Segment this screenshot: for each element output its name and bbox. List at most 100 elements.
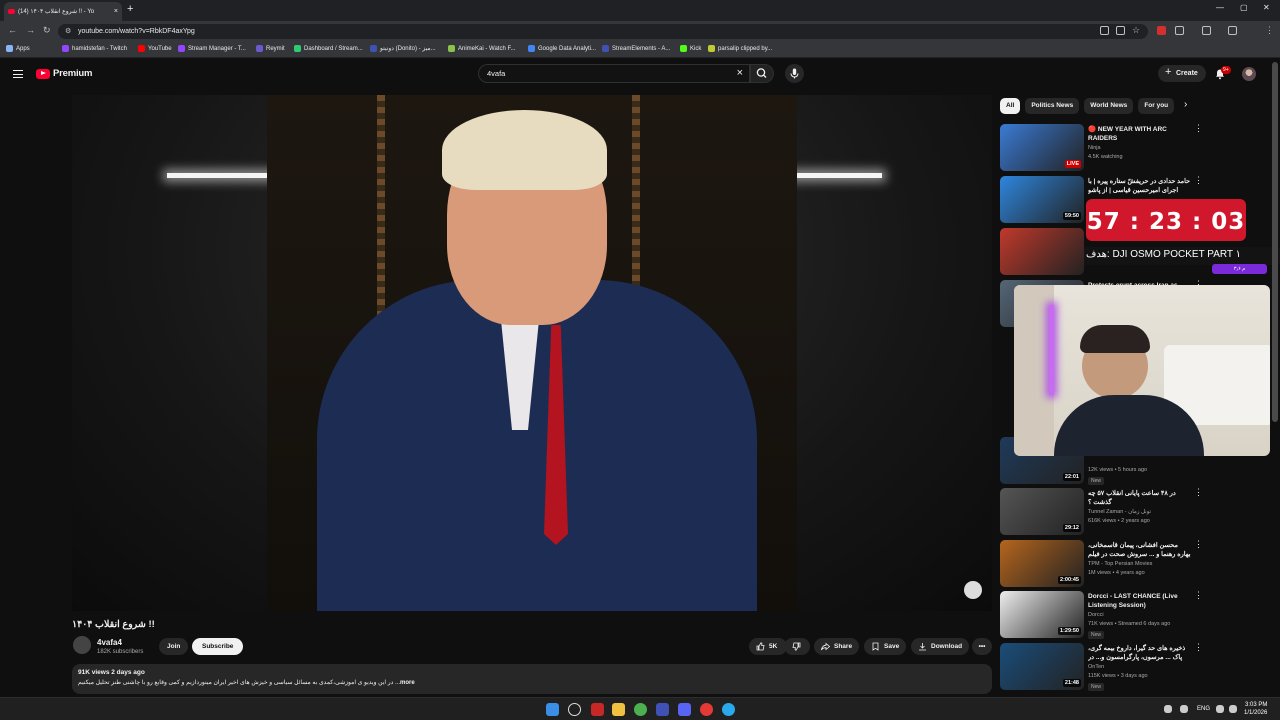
page-scrollbar[interactable] bbox=[1272, 62, 1278, 422]
address-bar[interactable]: ⚙ youtube.com/watch?v=RbkDF4axYpg bbox=[58, 24, 1148, 39]
share-label: Share bbox=[834, 643, 853, 650]
voice-search-button[interactable] bbox=[785, 64, 804, 83]
close-window-button[interactable]: ✕ bbox=[1263, 3, 1270, 12]
discord-icon[interactable] bbox=[678, 703, 691, 716]
youtube-masthead: Premium 4vafa × Create 9+ bbox=[0, 59, 1280, 93]
recommendation-item[interactable]: LIVE 🔴 NEW YEAR WITH ARC RAIDERS Ninja 4.5K… bbox=[1000, 124, 1205, 172]
tab-search-icon[interactable] bbox=[1228, 26, 1237, 35]
youtube-music-icon[interactable] bbox=[700, 703, 713, 716]
bookmark-item[interactable]: Reymit bbox=[256, 45, 285, 52]
extensions-icon[interactable] bbox=[1175, 26, 1184, 35]
system-clock[interactable]: 3:03 PM 1/1/2026 bbox=[1244, 701, 1267, 717]
views-and-date: 91K views 2 days ago bbox=[78, 669, 145, 676]
browser-menu-icon[interactable]: ⋮ bbox=[1265, 25, 1274, 36]
new-tab-button[interactable]: + bbox=[127, 3, 133, 15]
bookmark-item[interactable]: YouTube bbox=[138, 45, 172, 52]
recommendation-item[interactable]: 2:00:45 محسن افشانی، پیمان قاسمخانی، بهار… bbox=[1000, 540, 1205, 588]
download-button[interactable]: Download bbox=[911, 638, 970, 655]
youtube-favicon-icon bbox=[8, 9, 15, 14]
app-icon-red[interactable] bbox=[591, 703, 604, 716]
description-box[interactable]: 91K views 2 days ago در این ویدیو ی آموز… bbox=[72, 664, 992, 694]
cast-icon[interactable] bbox=[1100, 26, 1109, 35]
file-explorer-icon[interactable] bbox=[612, 703, 625, 716]
app-icon-blue[interactable] bbox=[656, 703, 669, 716]
search-button[interactable] bbox=[750, 64, 774, 83]
site-info-icon[interactable]: ⚙ bbox=[65, 24, 71, 39]
chip-politics-news[interactable]: Politics News bbox=[1025, 98, 1080, 114]
channel-name[interactable]: 4vafa4 bbox=[97, 638, 122, 647]
webcam-overlay bbox=[1014, 285, 1270, 456]
chip-for-you[interactable]: For you bbox=[1138, 98, 1175, 114]
recommendation-menu-icon[interactable]: ⋮ bbox=[1194, 540, 1203, 549]
start-menu-icon[interactable] bbox=[546, 703, 559, 716]
telegram-icon[interactable] bbox=[722, 703, 735, 716]
bookmark-star-icon[interactable]: ☆ bbox=[1132, 25, 1140, 36]
recommendation-menu-icon[interactable]: ⋮ bbox=[1194, 176, 1203, 185]
bookmark-item[interactable]: AnimeKai - Watch F... bbox=[448, 45, 515, 52]
tray-overflow-icon[interactable] bbox=[1164, 705, 1172, 713]
chips-next-arrow-icon[interactable]: › bbox=[1184, 99, 1187, 110]
channel-watermark-icon[interactable] bbox=[964, 581, 982, 599]
save-button[interactable]: Save bbox=[864, 638, 907, 655]
more-actions-button[interactable]: ••• bbox=[972, 638, 992, 655]
bookmark-item[interactable]: hamidstefan - Twitch bbox=[62, 45, 127, 52]
bookmark-item[interactable]: Kick bbox=[680, 45, 701, 52]
recommendation-menu-icon[interactable]: ⋮ bbox=[1194, 488, 1203, 497]
recommendation-thumbnail[interactable]: 2:00:45 bbox=[1000, 540, 1084, 587]
join-button[interactable]: Join bbox=[159, 638, 189, 655]
bookmark-item[interactable]: Apps bbox=[6, 45, 30, 52]
maximize-button[interactable]: ▢ bbox=[1240, 3, 1248, 12]
recommendation-thumbnail[interactable]: LIVE bbox=[1000, 124, 1084, 171]
bookmark-item[interactable]: parsalip clipped by... bbox=[708, 45, 772, 52]
save-playlist-icon bbox=[872, 642, 879, 651]
recommendation-menu-icon[interactable]: ⋮ bbox=[1194, 643, 1203, 652]
chrome-icon[interactable] bbox=[634, 703, 647, 716]
clear-search-icon[interactable]: × bbox=[737, 65, 743, 82]
bookmark-item[interactable]: دونیتو (Donito) - میز... bbox=[370, 45, 436, 52]
chip-all[interactable]: All bbox=[1000, 98, 1021, 114]
browser-tab[interactable]: (14) شروع انقلاب ۱۴۰۴ !! - Yo × bbox=[4, 2, 122, 21]
taskbar-search-icon[interactable] bbox=[568, 703, 581, 716]
recommendation-channel: Ninja bbox=[1088, 145, 1101, 151]
recommendation-thumbnail[interactable]: 1:29:50 bbox=[1000, 591, 1084, 638]
channel-avatar[interactable] bbox=[73, 636, 91, 654]
create-button[interactable]: Create bbox=[1158, 64, 1206, 82]
forward-icon[interactable]: → bbox=[26, 25, 35, 35]
recommendation-thumbnail[interactable]: 21:48 bbox=[1000, 643, 1084, 690]
recommendation-thumbnail[interactable] bbox=[1000, 228, 1084, 275]
chip-world-news[interactable]: World News bbox=[1084, 98, 1134, 114]
account-avatar[interactable] bbox=[1242, 67, 1256, 81]
tab-close-icon[interactable]: × bbox=[114, 8, 118, 15]
volume-icon[interactable] bbox=[1229, 705, 1237, 713]
tray-icon[interactable] bbox=[1180, 705, 1188, 713]
dislike-button[interactable] bbox=[784, 638, 810, 655]
recommendation-channel: Tunnel Zaman - تونل زمان bbox=[1088, 509, 1152, 515]
bookmark-item[interactable]: Stream Manager - T... bbox=[178, 45, 246, 52]
recommendation-menu-icon[interactable]: ⋮ bbox=[1194, 124, 1203, 133]
sidebar-icon[interactable] bbox=[1202, 26, 1211, 35]
bookmark-item[interactable]: StreamElements - A... bbox=[602, 45, 670, 52]
wifi-icon[interactable] bbox=[1216, 705, 1224, 713]
search-input[interactable]: 4vafa × bbox=[478, 64, 750, 83]
share-button[interactable]: Share bbox=[814, 638, 860, 655]
input-language[interactable]: ENG bbox=[1197, 706, 1210, 712]
like-button[interactable]: 5K bbox=[749, 638, 788, 655]
video-player[interactable] bbox=[72, 95, 992, 611]
reload-icon[interactable]: ↻ bbox=[43, 25, 51, 36]
bookmark-item[interactable]: Dashboard / Stream... bbox=[294, 45, 363, 52]
show-more-link[interactable]: more bbox=[400, 680, 415, 686]
bookmark-item[interactable]: Google Data Analyti... bbox=[528, 45, 596, 52]
back-icon[interactable]: ← bbox=[8, 25, 17, 35]
youtube-logo[interactable]: Premium bbox=[36, 68, 92, 79]
minimize-button[interactable]: — bbox=[1216, 3, 1224, 12]
recommendation-item[interactable]: 21:48 ذخیره های حد گیرا، داروخ بیمه گری، … bbox=[1000, 643, 1205, 691]
recommendation-item[interactable]: 29:12 در ۴۸ ساعت پایانی انقلاب ۵۷ چه گذشت… bbox=[1000, 488, 1205, 536]
recommendation-thumbnail[interactable]: 59:50 bbox=[1000, 176, 1084, 223]
hamburger-menu-icon[interactable] bbox=[13, 70, 23, 78]
recommendation-item[interactable]: 1:29:50 Dorcci - LAST CHANCE (Live Listen… bbox=[1000, 591, 1205, 639]
subscribe-button[interactable]: Subscribe bbox=[192, 638, 244, 655]
pdf-extension-icon[interactable] bbox=[1157, 26, 1166, 35]
recommendation-menu-icon[interactable]: ⋮ bbox=[1194, 591, 1203, 600]
eye-off-icon[interactable] bbox=[1116, 26, 1125, 35]
recommendation-thumbnail[interactable]: 29:12 bbox=[1000, 488, 1084, 535]
